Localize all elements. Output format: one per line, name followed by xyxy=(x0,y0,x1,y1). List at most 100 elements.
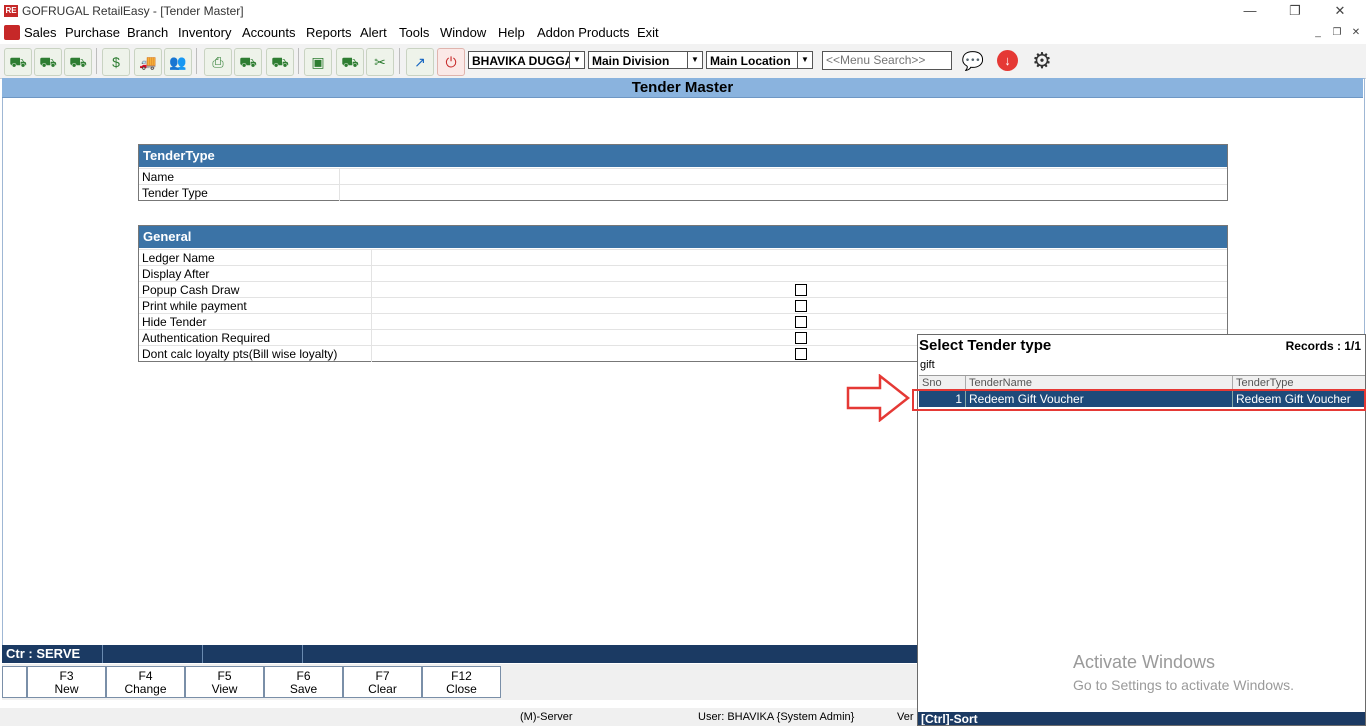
location-combo[interactable]: Main Location ▼ xyxy=(706,51,813,69)
truck-icon[interactable]: 🚚 xyxy=(134,48,162,76)
popup-title: Select Tender type xyxy=(919,337,1052,354)
close-button[interactable]: F12 Close xyxy=(422,666,501,698)
view-label: View xyxy=(211,682,238,696)
power-icon[interactable]: ⏻ xyxy=(437,48,465,76)
download-icon[interactable]: ↓ xyxy=(997,50,1018,71)
gear-icon[interactable]: ⚙ xyxy=(1030,49,1054,73)
form-row-hide-tender: Hide Tender xyxy=(139,313,1227,330)
function-key-bar: F3 New F4 Change F5 View F6 Save F7 Clear F12… xyxy=(2,664,917,700)
cart-add-icon[interactable]: ⛟ xyxy=(34,48,62,76)
cart-settings-icon[interactable]: ⛟ xyxy=(266,48,294,76)
menu-bar: Sales Purchase Branch Inventory Accounts… xyxy=(0,22,1366,44)
tools-icon[interactable]: ✂ xyxy=(366,48,394,76)
chart-icon[interactable]: ↗ xyxy=(406,48,434,76)
counter-strip: Ctr : SERVE xyxy=(2,645,917,663)
strip-separator xyxy=(202,645,203,663)
form-row-tender-type: Tender Type xyxy=(139,184,1227,201)
change-button[interactable]: F4 Change xyxy=(106,666,185,698)
toolbar-separator xyxy=(196,48,197,74)
menu-accounts[interactable]: Accounts xyxy=(242,25,295,40)
new-button[interactable]: F3 New xyxy=(27,666,106,698)
chevron-down-icon[interactable]: ▼ xyxy=(797,52,812,68)
cart-return-icon[interactable]: ⛟ xyxy=(64,48,92,76)
form-row-ledger-name: Ledger Name xyxy=(139,249,1227,266)
dont-calc-loyalty-checkbox[interactable] xyxy=(795,348,807,360)
app-logo-icon: RE xyxy=(4,5,18,17)
location-combo-value: Main Location xyxy=(710,54,791,68)
watermark-line1: Activate Windows xyxy=(1073,652,1216,672)
name-label: Name xyxy=(142,170,175,184)
menu-inventory[interactable]: Inventory xyxy=(178,25,231,40)
restore-icon[interactable]: ❐ xyxy=(1275,2,1315,20)
hide-tender-label: Hide Tender xyxy=(142,315,207,329)
watermark-line2: Go to Settings to activate Windows. xyxy=(1073,677,1294,693)
toolbar-separator xyxy=(96,48,97,74)
display-after-field[interactable] xyxy=(371,266,1227,282)
version-status: Ver xyxy=(897,711,914,723)
package-icon[interactable]: ▣ xyxy=(304,48,332,76)
chevron-down-icon[interactable]: ▼ xyxy=(687,52,702,68)
ledger-name-field[interactable] xyxy=(371,250,1227,266)
menu-search-input[interactable] xyxy=(822,51,952,70)
menu-reports[interactable]: Reports xyxy=(306,25,352,40)
menu-exit[interactable]: Exit xyxy=(637,25,659,40)
display-after-label: Display After xyxy=(142,267,210,281)
menu-sales[interactable]: Sales xyxy=(24,25,57,40)
chat-icon[interactable]: 💬 xyxy=(960,48,986,74)
menu-help[interactable]: Help xyxy=(498,25,525,40)
minimize-icon[interactable]: — xyxy=(1230,2,1270,20)
form-row-popup-cash-draw: Popup Cash Draw xyxy=(139,281,1227,298)
tender-type-panel-title: TenderType xyxy=(139,145,1227,167)
right-arrow-icon xyxy=(846,374,911,422)
fkey-blank xyxy=(2,666,27,698)
home-icon[interactable] xyxy=(4,25,20,40)
menu-tools[interactable]: Tools xyxy=(399,25,429,40)
ledger-name-label: Ledger Name xyxy=(142,251,215,265)
popup-footer: [Ctrl]-Sort xyxy=(918,712,1365,725)
name-field[interactable] xyxy=(339,169,1227,185)
popup-cash-draw-checkbox[interactable] xyxy=(795,284,807,296)
division-combo[interactable]: Main Division ▼ xyxy=(588,51,703,69)
form-row-name: Name xyxy=(139,168,1227,185)
tender-type-panel: TenderType Name Tender Type xyxy=(138,144,1228,201)
menu-addon-products[interactable]: Addon Products xyxy=(537,25,630,40)
view-button[interactable]: F5 View xyxy=(185,666,264,698)
cart-stock-icon[interactable]: ⛟ xyxy=(336,48,364,76)
authentication-required-checkbox[interactable] xyxy=(795,332,807,344)
menu-branch[interactable]: Branch xyxy=(127,25,168,40)
window-title: GOFRUGAL RetailEasy - [Tender Master] xyxy=(22,4,244,18)
tender-type-label: Tender Type xyxy=(142,186,208,200)
tender-type-field[interactable] xyxy=(339,185,1227,201)
user-status: User: BHAVIKA {System Admin} xyxy=(698,711,855,723)
server-status: (M)-Server xyxy=(520,711,573,723)
money-icon[interactable]: $ xyxy=(102,48,130,76)
change-label: Change xyxy=(124,682,167,696)
menu-alert[interactable]: Alert xyxy=(360,25,387,40)
clear-label: Clear xyxy=(368,682,397,696)
menu-purchase[interactable]: Purchase xyxy=(65,25,120,40)
chevron-down-icon[interactable]: ▼ xyxy=(569,52,584,68)
cart-print-icon[interactable]: ⛟ xyxy=(234,48,262,76)
print-while-payment-label: Print while payment xyxy=(142,299,247,313)
close-icon[interactable]: ✕ xyxy=(1320,2,1360,20)
division-combo-value: Main Division xyxy=(592,54,670,68)
hide-tender-checkbox[interactable] xyxy=(795,316,807,328)
save-label: Save xyxy=(289,682,318,696)
page-title: Tender Master xyxy=(2,78,1363,98)
popup-search-input[interactable]: gift xyxy=(920,359,935,371)
strip-separator xyxy=(102,645,103,663)
status-bar: (M)-Server User: BHAVIKA {System Admin} … xyxy=(0,708,917,726)
save-button[interactable]: F6 Save xyxy=(264,666,343,698)
users-icon[interactable]: 👥 xyxy=(164,48,192,76)
mdi-restore-icon[interactable]: ❐ xyxy=(1329,26,1345,40)
mdi-close-icon[interactable]: ✕ xyxy=(1348,26,1364,40)
cart-icon[interactable]: ⛟ xyxy=(4,48,32,76)
menu-window[interactable]: Window xyxy=(440,25,486,40)
new-label: New xyxy=(54,682,79,696)
user-combo[interactable]: BHAVIKA DUGGA ▼ xyxy=(468,51,585,69)
print-while-payment-checkbox[interactable] xyxy=(795,300,807,312)
printer-icon[interactable]: ⎙ xyxy=(204,48,232,76)
mdi-minimize-icon[interactable]: _ xyxy=(1310,26,1326,40)
clear-button[interactable]: F7 Clear xyxy=(343,666,422,698)
strip-separator xyxy=(302,645,303,663)
